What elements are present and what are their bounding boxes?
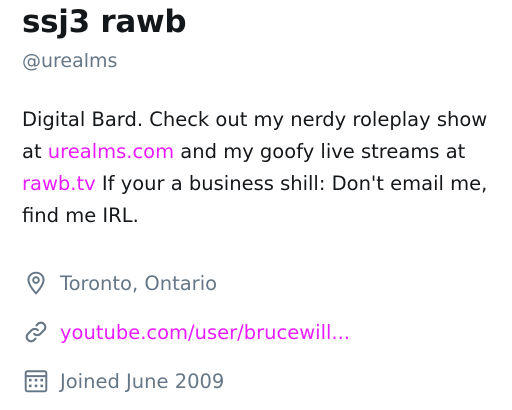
link-icon bbox=[22, 318, 50, 346]
profile-name: ssj3 rawb bbox=[22, 4, 187, 40]
bio-link-urealms[interactable]: urealms.com bbox=[48, 140, 174, 163]
join-date-text: Joined June 2009 bbox=[60, 369, 225, 393]
profile-header-card: ssj3 rawb @urealms Digital Bard. Check o… bbox=[0, 0, 512, 410]
profile-handle[interactable]: @urealms bbox=[22, 50, 117, 72]
profile-join-date: Joined June 2009 bbox=[22, 365, 224, 397]
website-link[interactable]: youtube.com/user/brucewill... bbox=[60, 321, 350, 344]
location-text: Toronto, Ontario bbox=[60, 271, 218, 295]
bio-text-2: and my goofy live streams at bbox=[174, 140, 466, 163]
profile-website: youtube.com/user/brucewill... bbox=[22, 316, 350, 348]
location-pin-icon bbox=[22, 269, 50, 297]
calendar-icon bbox=[22, 367, 50, 395]
profile-bio: Digital Bard. Check out my nerdy rolepla… bbox=[22, 104, 502, 232]
bio-link-rawb[interactable]: rawb.tv bbox=[22, 172, 96, 195]
profile-location: Toronto, Ontario bbox=[22, 267, 217, 299]
